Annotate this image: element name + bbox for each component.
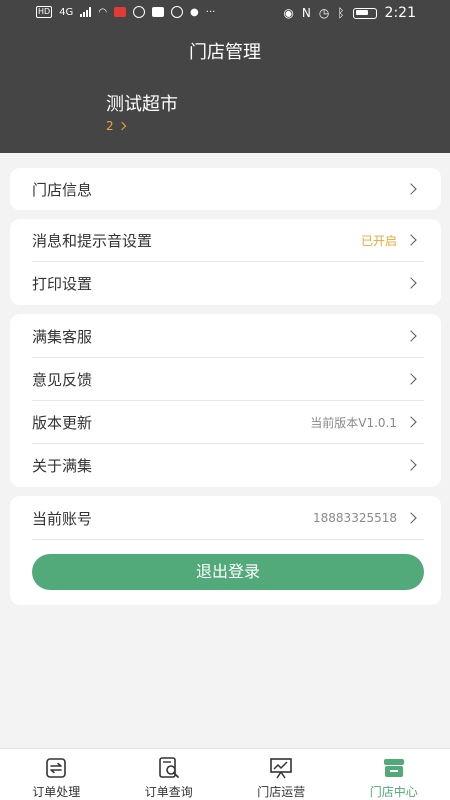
- current-version: 当前版本V1.0.1: [310, 415, 397, 430]
- tab-store-operation[interactable]: 门店运营: [225, 749, 338, 800]
- account-number: 18883325518: [313, 511, 397, 525]
- tab-label: 订单处理: [32, 785, 81, 799]
- chevron-right-icon: [405, 373, 417, 385]
- tab-order-process[interactable]: 订单处理: [0, 749, 113, 800]
- order-process-icon: [46, 758, 67, 778]
- chevron-right-icon: [405, 416, 417, 428]
- status-bar: HD 4G ◠ ● ··· ◉ N ◷ ᛒ 2:21: [0, 0, 450, 28]
- notification-settings-row[interactable]: 消息和提示音设置 已开启: [10, 219, 441, 261]
- feedback-row[interactable]: 意见反馈: [10, 358, 441, 400]
- current-account-row[interactable]: 当前账号 18883325518: [10, 497, 441, 539]
- customer-service-row[interactable]: 满集客服: [10, 315, 441, 357]
- app-notification-icon-4: [171, 6, 184, 18]
- settings-card: 消息和提示音设置 已开启 打印设置: [10, 219, 441, 305]
- chevron-right-icon: [405, 512, 417, 524]
- page-title: 门店管理: [189, 42, 261, 63]
- store-center-icon: [383, 759, 404, 777]
- store-sub-link[interactable]: 2: [106, 119, 126, 133]
- divider: [32, 539, 424, 540]
- store-operation-icon: [270, 758, 293, 779]
- store-sub-value: 2: [106, 119, 114, 133]
- bottom-tab-bar: 订单处理 订单查询 门店运营 门店中心: [0, 748, 450, 800]
- tab-label: 门店中心: [369, 785, 418, 799]
- notification-status: 已开启: [360, 233, 397, 248]
- tab-order-search[interactable]: 订单查询: [113, 749, 226, 800]
- chevron-right-icon: [405, 459, 417, 471]
- wifi-icon: ◠: [98, 6, 108, 18]
- version-update-row[interactable]: 版本更新 当前版本V1.0.1: [10, 401, 441, 443]
- logout-button[interactable]: 退出登录: [32, 554, 424, 590]
- eye-icon: ◉: [283, 6, 294, 20]
- clock: 2:21: [384, 5, 416, 21]
- support-card: 满集客服 意见反馈 版本更新 当前版本V1.0.1 关于满集: [10, 314, 441, 487]
- tab-label: 门店运营: [257, 785, 306, 799]
- chevron-right-icon: [405, 183, 417, 195]
- hd-badge: HD: [36, 6, 53, 18]
- store-info-card: 门店信息: [10, 168, 441, 210]
- alarm-icon: ◷: [318, 6, 330, 20]
- chevron-right-icon: [405, 234, 417, 246]
- about-row[interactable]: 关于满集: [10, 444, 441, 486]
- feedback-label: 意见反馈: [32, 370, 93, 389]
- app-notification-icon: [114, 7, 127, 17]
- app-notification-icon-2: [133, 6, 146, 18]
- customer-service-label: 满集客服: [32, 327, 93, 346]
- store-info-label: 门店信息: [32, 180, 93, 199]
- network-label: 4G: [59, 6, 74, 18]
- tab-label: 订单查询: [144, 785, 193, 799]
- signal-icon: [80, 7, 92, 17]
- current-account-label: 当前账号: [32, 509, 93, 528]
- store-info-row[interactable]: 门店信息: [10, 168, 441, 210]
- about-label: 关于满集: [32, 456, 93, 475]
- more-icon: ···: [205, 6, 216, 18]
- account-card: 当前账号 18883325518 退出登录: [10, 496, 441, 605]
- chevron-right-icon: [405, 277, 417, 289]
- notification-settings-label: 消息和提示音设置: [32, 231, 153, 250]
- version-update-label: 版本更新: [32, 413, 93, 432]
- app-notification-icon-3: [152, 7, 165, 17]
- order-search-icon: [158, 757, 179, 778]
- chevron-right-icon: [117, 121, 126, 131]
- header: HD 4G ◠ ● ··· ◉ N ◷ ᛒ 2:21 门店管理 测试超市 2: [0, 0, 450, 153]
- chevron-right-icon: [405, 330, 417, 342]
- print-settings-label: 打印设置: [32, 274, 93, 293]
- battery-icon: [352, 7, 377, 19]
- store-name[interactable]: 测试超市: [106, 90, 178, 116]
- bluetooth-icon: ᛒ: [337, 6, 345, 20]
- chat-icon: ●: [190, 6, 199, 18]
- nfc-icon: N: [301, 6, 311, 20]
- print-settings-row[interactable]: 打印设置: [10, 262, 441, 304]
- tab-store-center[interactable]: 门店中心: [338, 749, 450, 800]
